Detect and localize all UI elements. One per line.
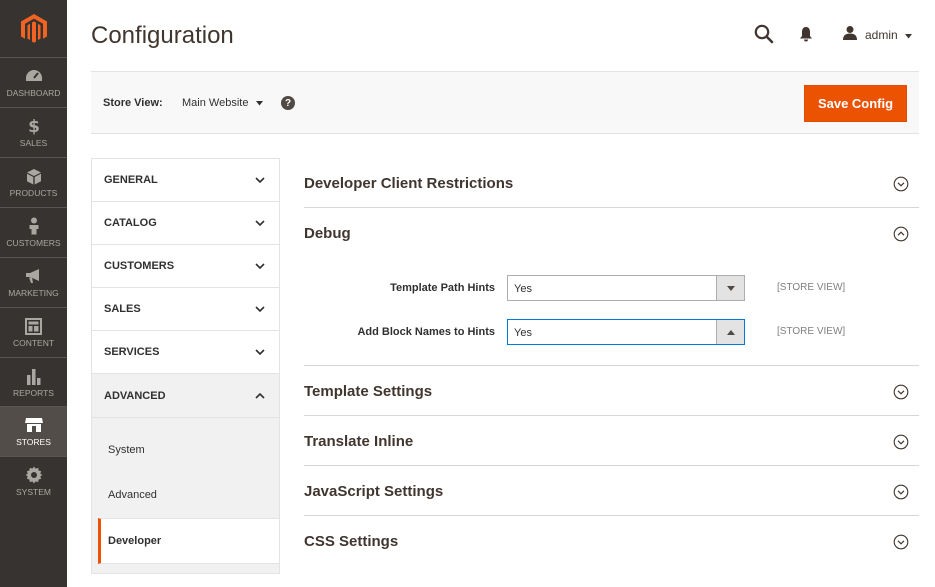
- store-view-value: Main Website: [182, 97, 249, 109]
- tab-label: ADVANCED: [104, 389, 166, 402]
- add-block-names-select[interactable]: Yes: [507, 319, 745, 345]
- user-icon: [842, 25, 858, 44]
- tab-advanced[interactable]: ADVANCED: [92, 374, 279, 418]
- tab-customers[interactable]: CUSTOMERS: [92, 245, 279, 288]
- caret-down-icon: [256, 97, 264, 109]
- nav-item-label: CUSTOMERS: [6, 238, 61, 248]
- caret-up-icon: [716, 320, 744, 344]
- store-icon: [24, 416, 43, 434]
- field-label: Template Path Hints: [390, 282, 495, 294]
- user-name: admin: [865, 27, 898, 42]
- user-menu[interactable]: admin: [842, 25, 912, 44]
- nav-item-stores[interactable]: STORES: [0, 406, 67, 456]
- chevron-down-icon: [255, 306, 265, 313]
- page-title: Configuration: [91, 22, 234, 49]
- nav-item-marketing[interactable]: MARKETING: [0, 257, 67, 307]
- field-template-path-hints: Template Path Hints Yes [STORE VIEW]: [304, 275, 919, 301]
- store-view-switcher[interactable]: Main Website: [182, 97, 264, 109]
- svg-text:$: $: [28, 117, 40, 135]
- nav-item-sales[interactable]: $ SALES: [0, 107, 67, 157]
- chevron-up-icon: [255, 392, 265, 399]
- nav-item-label: MARKETING: [8, 288, 59, 298]
- template-path-hints-select[interactable]: Yes: [507, 275, 745, 301]
- section-title: CSS Settings: [304, 533, 399, 550]
- store-view-label: Store View:: [103, 97, 163, 109]
- store-view-bar: Store View: Main Website ? Save Config: [91, 71, 919, 134]
- subtab-advanced[interactable]: Advanced: [92, 472, 279, 518]
- scope-label: [STORE VIEW]: [777, 282, 846, 293]
- section-css-settings[interactable]: CSS Settings: [304, 516, 919, 566]
- box-icon: [25, 167, 43, 185]
- select-value: Yes: [514, 327, 532, 339]
- subtab-system[interactable]: System: [92, 418, 279, 472]
- megaphone-icon: [25, 267, 43, 285]
- field-label: Add Block Names to Hints: [357, 326, 495, 338]
- chevron-down-icon: [255, 220, 265, 227]
- subtab-developer[interactable]: Developer: [98, 518, 279, 564]
- section-title: JavaScript Settings: [304, 483, 444, 500]
- chevron-down-icon: [255, 349, 265, 356]
- nav-item-customers[interactable]: CUSTOMERS: [0, 207, 67, 257]
- nav-item-label: DASHBOARD: [6, 88, 61, 98]
- section-debug[interactable]: Debug: [304, 208, 919, 258]
- gear-icon: [25, 466, 43, 484]
- tab-general[interactable]: GENERAL: [92, 159, 279, 202]
- tab-label: CUSTOMERS: [104, 260, 175, 272]
- section-translate-inline[interactable]: Translate Inline: [304, 416, 919, 466]
- tab-label: GENERAL: [104, 174, 158, 186]
- section-javascript-settings[interactable]: JavaScript Settings: [304, 466, 919, 516]
- expand-icon: [893, 534, 909, 550]
- subtabs-footer: [92, 564, 279, 573]
- nav-item-label: SYSTEM: [16, 487, 51, 497]
- expand-icon: [893, 484, 909, 500]
- nav-item-label: SALES: [19, 138, 48, 148]
- nav-item-reports[interactable]: REPORTS: [0, 357, 67, 407]
- search-icon[interactable]: [754, 24, 774, 44]
- tab-catalog[interactable]: CATALOG: [92, 202, 279, 245]
- nav-item-label: STORES: [16, 437, 51, 447]
- layout-icon: [25, 317, 43, 335]
- nav-item-label: REPORTS: [13, 388, 54, 398]
- nav-item-dashboard[interactable]: DASHBOARD: [0, 57, 67, 107]
- section-title: Debug: [304, 225, 351, 242]
- section-title: Template Settings: [304, 383, 433, 400]
- section-developer-client-restrictions[interactable]: Developer Client Restrictions: [304, 158, 919, 208]
- debug-fieldset: Template Path Hints Yes [STORE VIEW] Add…: [304, 258, 919, 366]
- expand-icon: [893, 434, 909, 450]
- expand-icon: [893, 384, 909, 400]
- caret-down-icon: [716, 276, 744, 300]
- tab-label: CATALOG: [104, 217, 157, 229]
- tab-label: SALES: [104, 303, 141, 315]
- bar-chart-icon: [25, 367, 43, 385]
- scope-label: [STORE VIEW]: [777, 326, 846, 337]
- section-template-settings[interactable]: Template Settings: [304, 366, 919, 416]
- dashboard-icon: [25, 67, 43, 85]
- person-icon: [25, 217, 43, 235]
- magento-logo[interactable]: [0, 0, 67, 57]
- nav-item-label: PRODUCTS: [9, 188, 58, 198]
- admin-nav: DASHBOARD $ SALES PRODUCTS CUSTOMERS MAR…: [0, 0, 67, 587]
- caret-down-icon: [904, 28, 912, 42]
- tab-label: SERVICES: [104, 346, 160, 358]
- section-title: Developer Client Restrictions: [304, 175, 514, 192]
- bell-icon[interactable]: [799, 26, 813, 42]
- nav-item-products[interactable]: PRODUCTS: [0, 157, 67, 207]
- nav-item-label: CONTENT: [12, 338, 55, 348]
- section-title: Translate Inline: [304, 433, 414, 450]
- tab-services[interactable]: SERVICES: [92, 331, 279, 374]
- nav-item-content[interactable]: CONTENT: [0, 307, 67, 357]
- nav-item-system[interactable]: SYSTEM: [0, 456, 67, 506]
- tab-sales[interactable]: SALES: [92, 288, 279, 331]
- chevron-down-icon: [255, 263, 265, 270]
- save-config-button[interactable]: Save Config: [804, 85, 907, 122]
- dollar-icon: $: [25, 117, 43, 135]
- expand-icon: [893, 176, 909, 192]
- advanced-subtabs: System Advanced Developer: [92, 418, 279, 573]
- select-value: Yes: [514, 283, 532, 295]
- help-icon[interactable]: ?: [281, 96, 295, 110]
- field-add-block-names: Add Block Names to Hints Yes [STORE VIEW…: [304, 319, 919, 345]
- chevron-down-icon: [255, 177, 265, 184]
- config-tabs: GENERAL CATALOG CUSTOMERS SALES SERVICES…: [91, 158, 280, 574]
- collapse-icon: [893, 226, 909, 242]
